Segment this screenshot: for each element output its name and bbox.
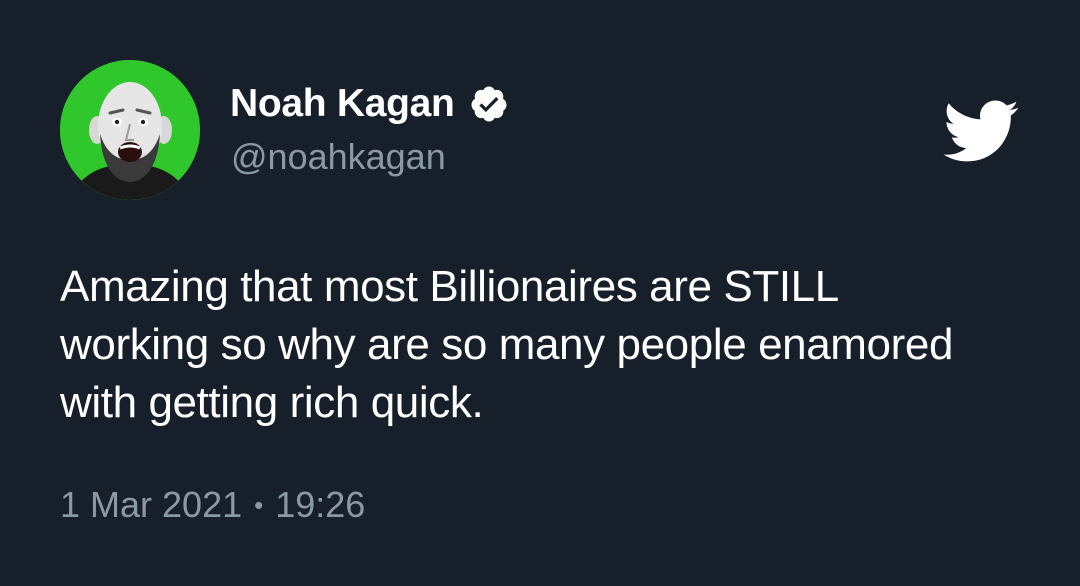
author-handle[interactable]: @noahkagan <box>231 136 446 178</box>
tweet-text-line: working so why are so many people enamor… <box>60 320 954 369</box>
avatar-photo <box>60 60 200 200</box>
tweet-text-line: with getting rich quick. <box>60 378 484 427</box>
tweet-timestamp[interactable]: 1 Mar 2021 • 19:26 <box>60 484 365 526</box>
author-name-row: Noah Kagan <box>230 80 509 128</box>
verified-badge-icon <box>469 84 509 124</box>
avatar[interactable] <box>60 60 200 200</box>
tweet-text: Amazing that most Billionaires are STILL… <box>60 258 1020 432</box>
timestamp-separator: • <box>254 490 264 520</box>
tweet-text-line: Amazing that most Billionaires are STILL <box>60 262 839 311</box>
tweet-time: 19:26 <box>275 484 366 525</box>
author-display-name[interactable]: Noah Kagan <box>230 82 455 126</box>
twitter-bird-icon[interactable] <box>940 98 1020 164</box>
tweet-date: 1 Mar 2021 <box>60 484 243 525</box>
tweet-card: Noah Kagan @noahkagan Amazing that most … <box>0 0 1080 586</box>
